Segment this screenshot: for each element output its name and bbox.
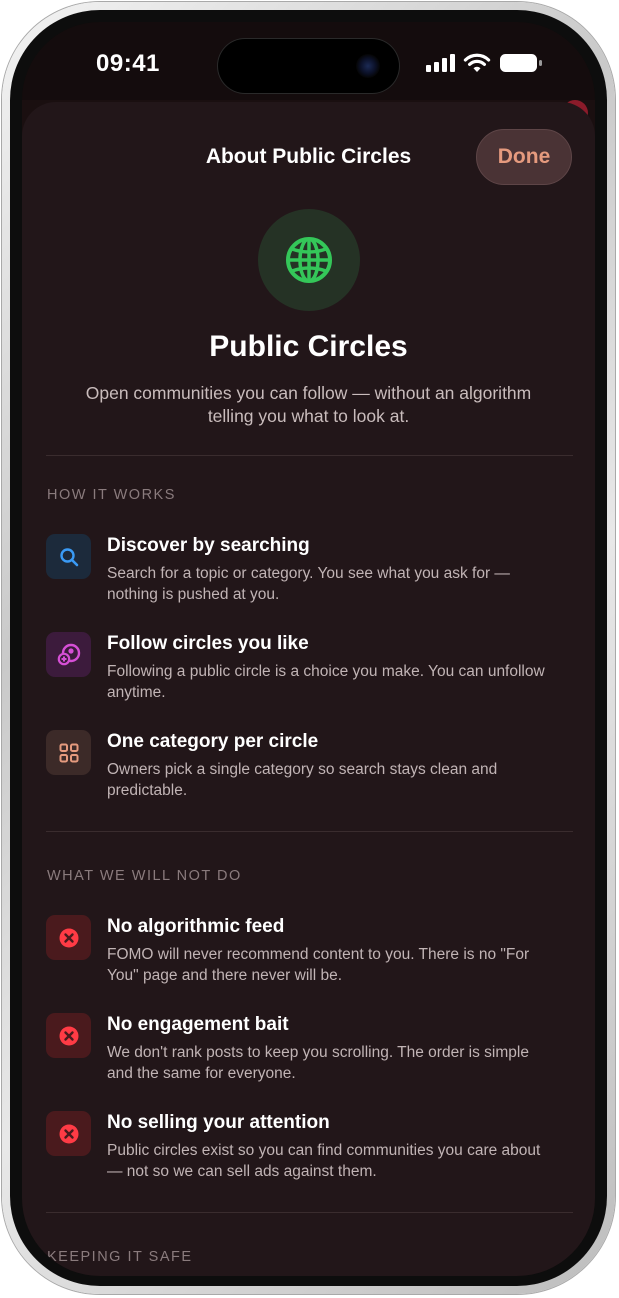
section-header-how-it-works: HOW IT WORKS	[47, 487, 176, 503]
item-description: Public circles exist so you can find com…	[107, 1142, 541, 1180]
item-title: No engagement bait	[107, 1014, 289, 1035]
battery-icon	[499, 52, 543, 74]
item-description: We don't rank posts to keep you scrollin…	[107, 1044, 529, 1082]
camera-icon	[356, 54, 380, 78]
dynamic-island	[218, 39, 399, 93]
x-circle-icon	[46, 915, 91, 960]
item-description: Following a public circle is a choice yo…	[107, 663, 545, 701]
screen: 09:41 About Public Circles Done Public C…	[22, 22, 595, 1276]
divider	[46, 455, 573, 456]
status-icons	[426, 51, 543, 75]
item-title: No algorithmic feed	[107, 916, 285, 937]
x-circle-icon	[46, 1013, 91, 1058]
status-bar: 09:41	[22, 22, 595, 112]
item-description: Owners pick a single category so search …	[107, 761, 498, 799]
x-circle-icon	[46, 1111, 91, 1156]
about-sheet: About Public Circles Done Public Circles…	[22, 102, 595, 1276]
globe-icon	[286, 237, 332, 283]
search-icon	[46, 534, 91, 579]
hero-description: Open communities you can follow — withou…	[85, 383, 532, 426]
follow-circle-icon	[46, 632, 91, 677]
item-description: FOMO will never recommend content to you…	[107, 946, 530, 984]
section-header-will-not-do: WHAT WE WILL NOT DO	[47, 868, 242, 884]
divider	[46, 1212, 573, 1213]
divider	[46, 831, 573, 832]
globe-badge	[258, 209, 360, 311]
cellular-signal-icon	[426, 54, 455, 72]
section-header-keeping-it-safe: KEEPING IT SAFE	[47, 1249, 193, 1265]
grid-icon	[46, 730, 91, 775]
hero-title: Public Circles	[209, 330, 408, 363]
item-title: No selling your attention	[107, 1112, 330, 1133]
item-title: One category per circle	[107, 731, 319, 752]
item-description: Search for a topic or category. You see …	[107, 565, 510, 603]
wifi-icon	[463, 53, 491, 73]
status-time: 09:41	[96, 50, 160, 77]
item-title: Discover by searching	[107, 535, 310, 556]
item-title: Follow circles you like	[107, 633, 309, 654]
done-button[interactable]: Done	[476, 129, 572, 185]
